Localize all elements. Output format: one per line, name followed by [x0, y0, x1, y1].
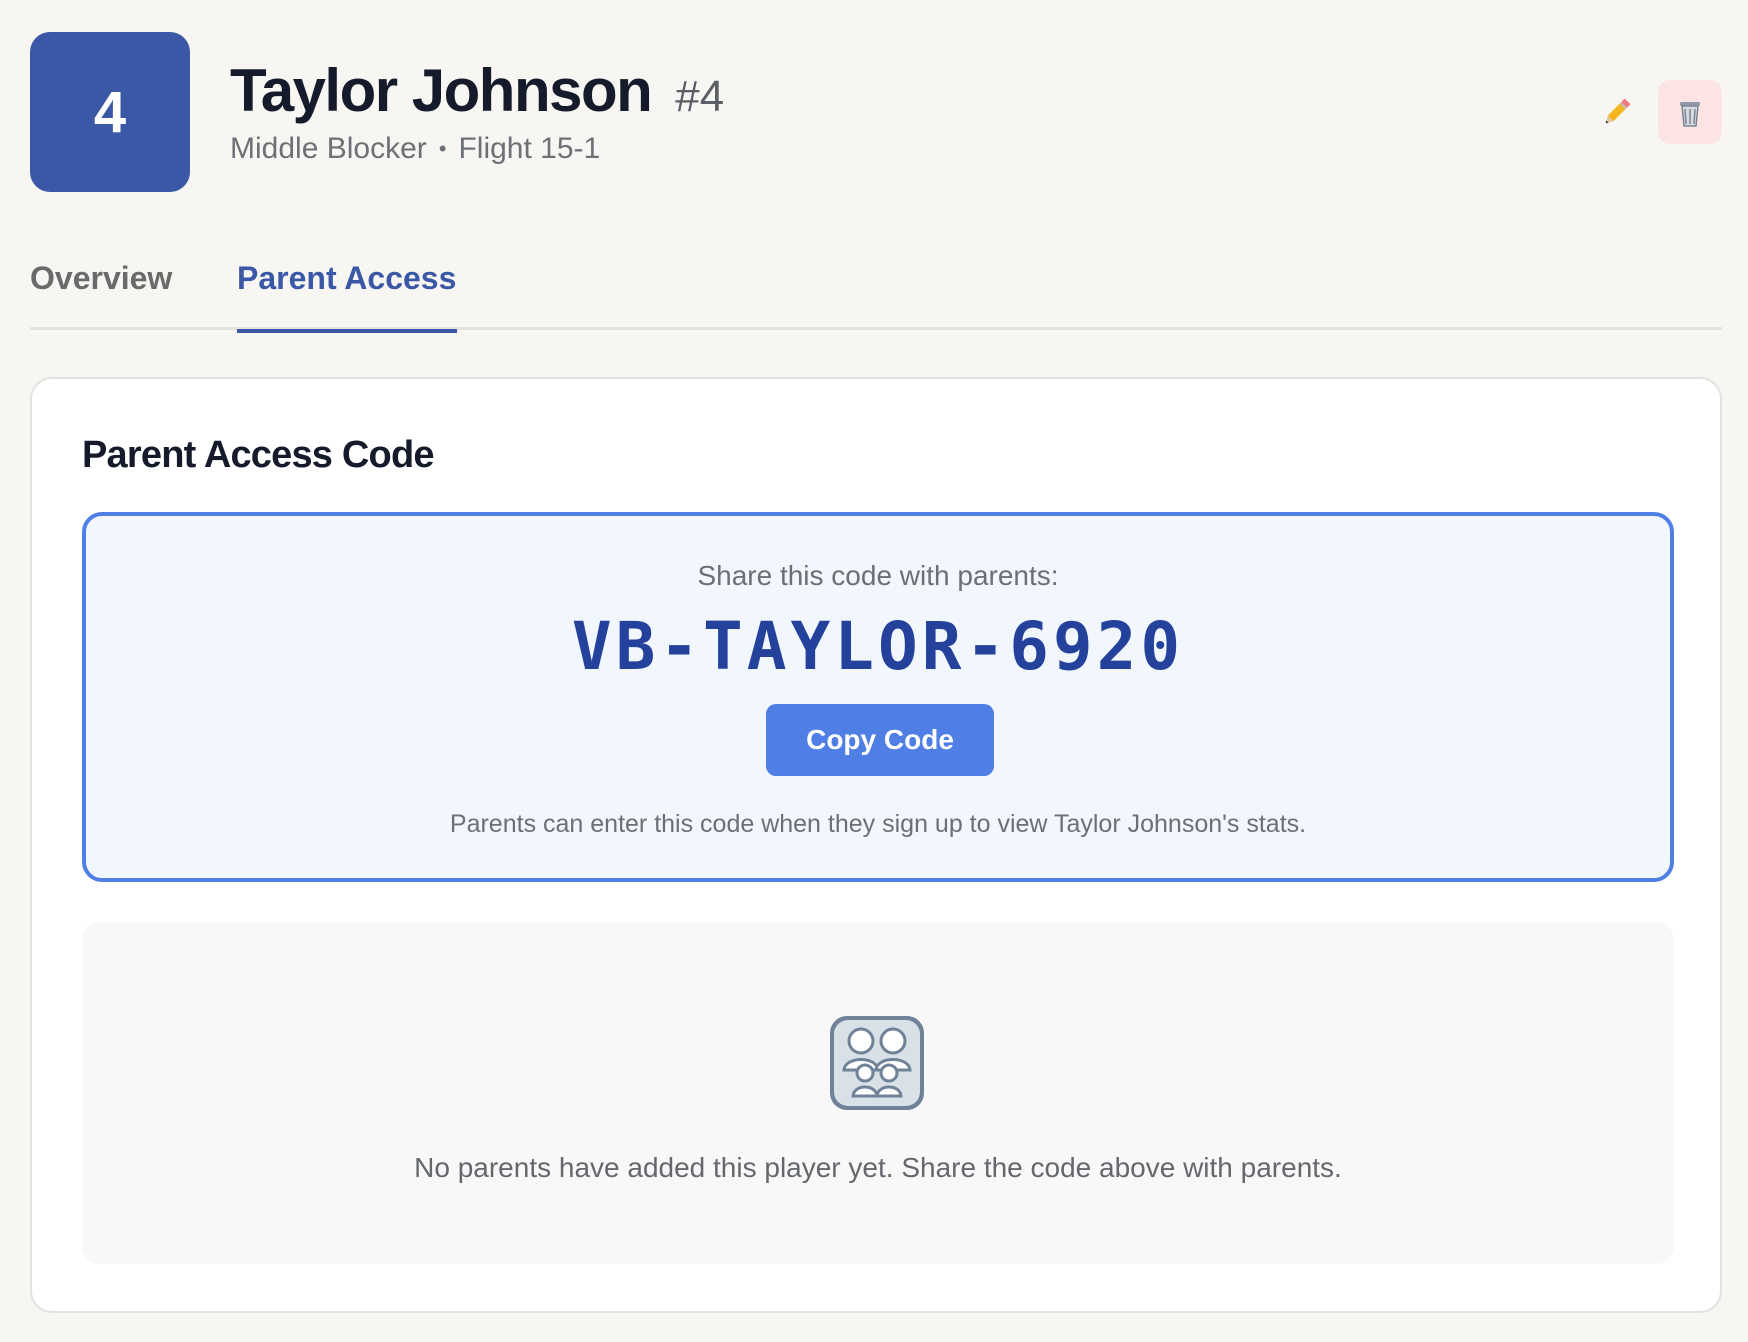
- access-code-panel: Share this code with parents: VB-TAYLOR-…: [82, 512, 1674, 882]
- share-code-label: Share this code with parents:: [697, 560, 1059, 591]
- tab-overview[interactable]: Overview: [30, 260, 175, 330]
- player-meta: Middle Blocker • Flight 15-1: [230, 132, 724, 166]
- code-help-text: Parents can enter this code when they si…: [449, 810, 1307, 838]
- player-title-group: Taylor Johnson #4 Middle Blocker • Fligh…: [230, 56, 724, 166]
- tab-overview-label: Overview: [30, 260, 173, 296]
- parent-access-card: Parent Access Code Share this code with …: [30, 377, 1722, 1313]
- player-header: 4 Taylor Johnson #4 Middle Blocker • Fli…: [30, 32, 1722, 192]
- empty-parents-message: No parents have added this player yet. S…: [414, 1152, 1342, 1183]
- family-icon: [830, 1016, 924, 1110]
- copy-code-button[interactable]: Copy Code: [766, 704, 994, 776]
- parents-empty-state: No parents have added this player yet. S…: [82, 922, 1674, 1264]
- avatar-number: 4: [93, 79, 127, 145]
- delete-player-button[interactable]: [1658, 80, 1722, 144]
- tab-parent-access[interactable]: Parent Access: [237, 260, 457, 333]
- player-avatar: 4: [30, 32, 190, 192]
- edit-player-button[interactable]: [1585, 80, 1649, 144]
- player-detail-page: 4 Taylor Johnson #4 Middle Blocker • Fli…: [0, 0, 1748, 1342]
- meta-separator: •: [438, 136, 447, 161]
- player-position: Middle Blocker: [230, 132, 427, 165]
- player-tabs: Overview Parent Access: [30, 252, 1722, 333]
- trash-icon: [1680, 102, 1700, 127]
- parent-access-title: Parent Access Code: [82, 434, 434, 476]
- player-title-row: Taylor Johnson #4: [230, 56, 724, 128]
- parent-access-code: VB-TAYLOR-6920: [571, 608, 1185, 685]
- tab-parent-access-label: Parent Access: [237, 260, 457, 296]
- player-team: Flight 15-1: [458, 132, 601, 165]
- player-number: #4: [675, 72, 725, 121]
- pencil-icon: [1605, 98, 1631, 124]
- player-name: Taylor Johnson: [230, 57, 653, 124]
